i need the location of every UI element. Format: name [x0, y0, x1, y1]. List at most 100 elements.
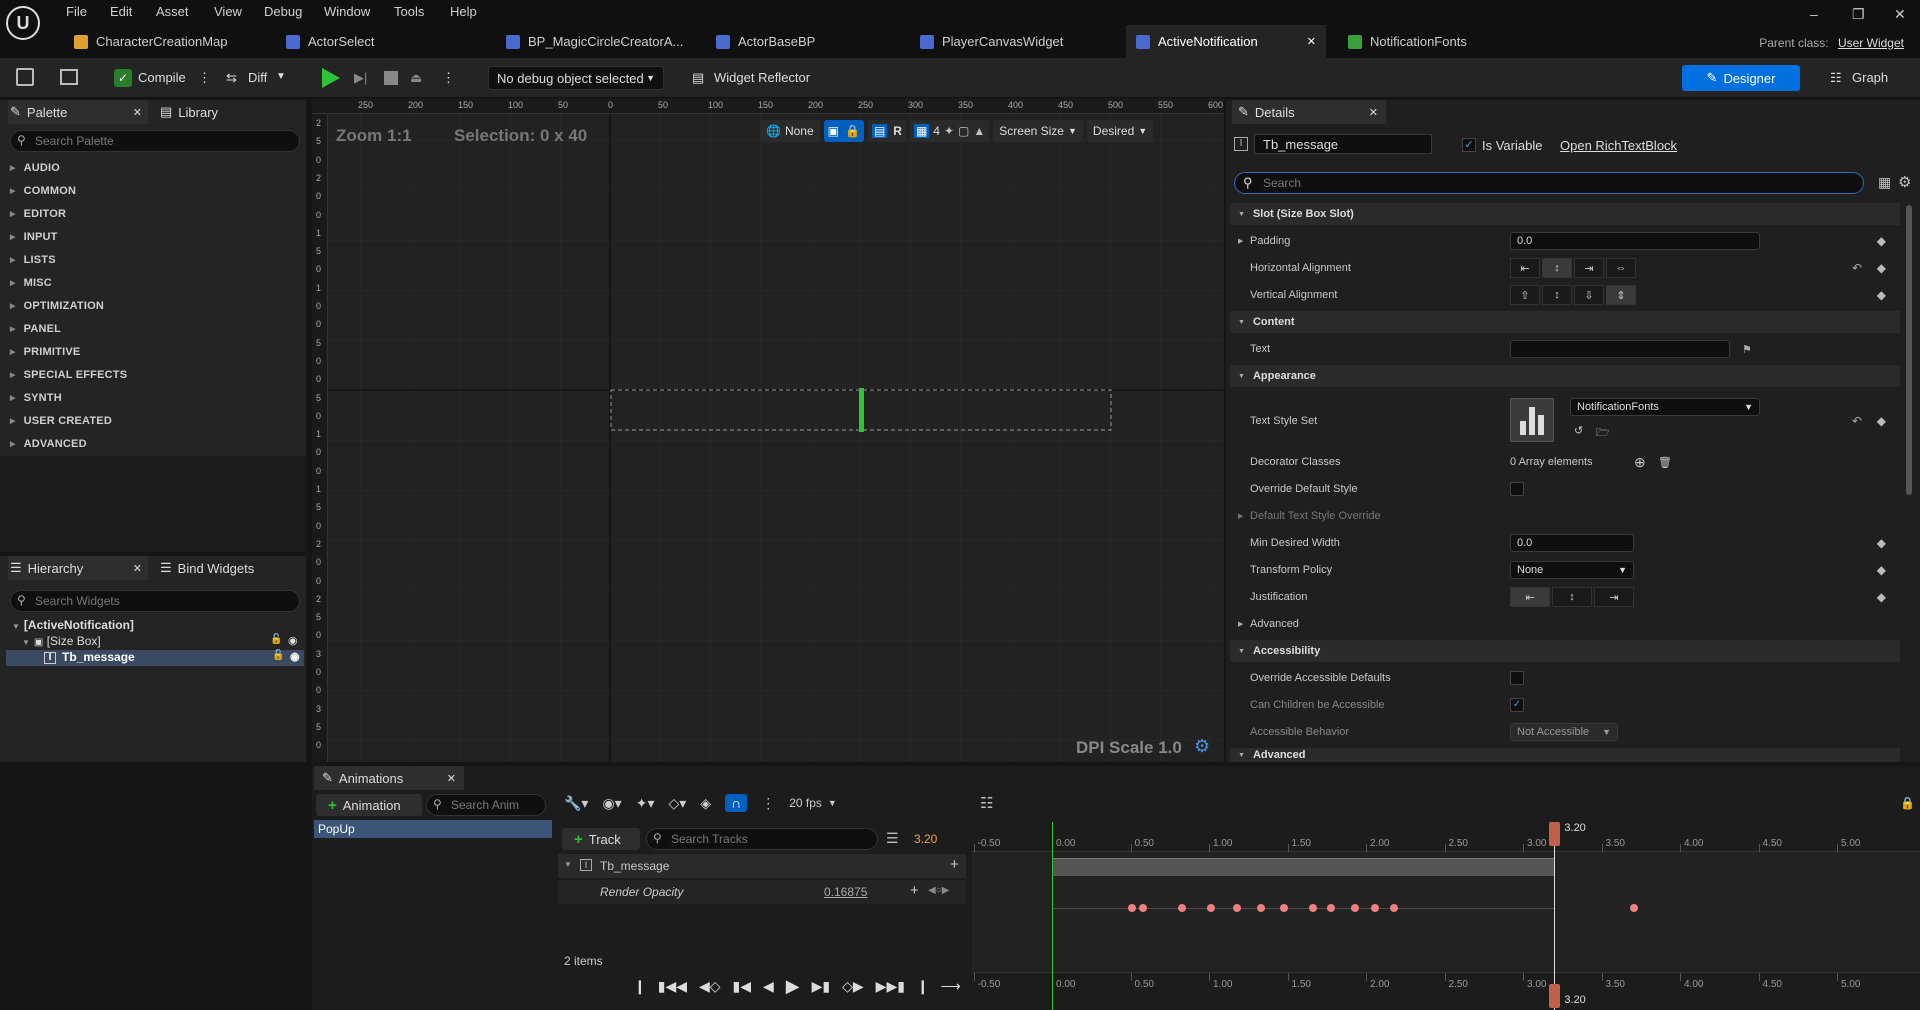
tab-1[interactable]: ActorSelect	[276, 25, 476, 58]
palette-search-input[interactable]: ⚲ Search Palette	[10, 130, 300, 152]
keyframe[interactable]	[1178, 904, 1187, 912]
jump-prev-key-icon[interactable]: ▮◀◀	[658, 978, 687, 995]
close-icon[interactable]: ✕	[1369, 106, 1378, 119]
view-icon[interactable]: ◉▾	[602, 795, 621, 812]
menu-edit[interactable]: Edit	[110, 4, 132, 19]
parent-class-value[interactable]: User Widget	[1838, 36, 1904, 50]
play-forward-icon[interactable]: ▶	[786, 976, 800, 997]
keyframe[interactable]	[1371, 904, 1380, 912]
add-element-icon[interactable]: ⊕	[1634, 454, 1646, 471]
tab-2[interactable]: BP_MagicCircleCreatorA...	[496, 25, 696, 58]
keyframe-icon[interactable]: ◆	[1877, 590, 1886, 604]
graph-button[interactable]: Graph	[1852, 70, 1888, 85]
play-button[interactable]	[322, 68, 340, 88]
tab-palette[interactable]: ✎ Palette ✕	[8, 100, 148, 124]
keyframe[interactable]	[1138, 904, 1147, 912]
palette-category[interactable]: SYNTH	[10, 392, 62, 404]
keyframe-icon[interactable]: ◆	[1877, 261, 1886, 275]
palette-category[interactable]: PANEL	[10, 323, 61, 335]
add-track-button[interactable]: + Track	[562, 828, 640, 850]
fill-screen-dropdown[interactable]: Desired ▼	[1086, 120, 1154, 142]
close-icon[interactable]: ✕	[133, 562, 142, 575]
visibility-icon[interactable]: ◉	[290, 650, 300, 663]
details-scrollbar[interactable]	[1906, 205, 1912, 495]
accessible-behavior-dropdown[interactable]: Not Accessible ▼	[1510, 723, 1618, 741]
hierarchy-tb-message[interactable]: I Tb_message 🔓 ◉	[6, 650, 304, 666]
row-advanced[interactable]: ▶ Advanced	[1230, 613, 1900, 635]
close-icon[interactable]: ✕	[1307, 35, 1316, 48]
close-icon[interactable]: ✕	[133, 106, 142, 119]
prev-key-icon[interactable]: ◀◇	[699, 978, 721, 995]
section-appearance[interactable]: Appearance	[1230, 365, 1900, 387]
stop-icon[interactable]	[384, 71, 398, 85]
dpi-settings-icon[interactable]: ⚙	[1194, 736, 1210, 757]
animation-list-item[interactable]: PopUp	[314, 820, 552, 838]
more-options-icon[interactable]: ⋮	[761, 795, 775, 812]
align-top-icon[interactable]: ⇧	[1510, 285, 1540, 305]
property-value-input[interactable]: 0.16875	[824, 885, 867, 899]
palette-category[interactable]: MISC	[10, 277, 52, 289]
min-width-input[interactable]: 0.0	[1510, 534, 1634, 552]
reset-icon[interactable]: ↶	[1852, 261, 1862, 275]
keyframe-icon[interactable]: ◆	[1877, 563, 1886, 577]
curve-editor-icon[interactable]: ☷	[980, 794, 993, 812]
tab-3[interactable]: ActorBaseBP	[706, 25, 906, 58]
details-search-input[interactable]: ⚲ Search	[1234, 172, 1864, 194]
palette-category[interactable]: USER CREATED	[10, 415, 112, 427]
menu-help[interactable]: Help	[450, 4, 477, 19]
align-middle-icon[interactable]: ↕	[1542, 285, 1572, 305]
designer-button[interactable]: ✎ Designer	[1682, 65, 1800, 91]
keyframe[interactable]	[1233, 904, 1242, 912]
align-vfill-icon[interactable]: ⇕	[1606, 285, 1636, 305]
layout-lock-toggle[interactable]: ▣ 🔒	[823, 120, 864, 142]
menu-file[interactable]: File	[66, 4, 87, 19]
animation-search-input[interactable]: ⚲ Search Anim	[426, 794, 546, 816]
text-style-set-dropdown[interactable]: NotificationFonts ▼	[1570, 398, 1760, 416]
keyframe[interactable]	[1128, 904, 1136, 912]
step-icon[interactable]: ▶|	[354, 70, 367, 86]
keyframe[interactable]	[1308, 904, 1317, 912]
section-bar[interactable]	[1052, 858, 1555, 876]
play-reverse-icon[interactable]: ◀	[763, 978, 774, 995]
tab-bind-widgets[interactable]: ☰ Bind Widgets	[160, 556, 254, 580]
palette-category[interactable]: COMMON	[10, 185, 76, 197]
track-search-input[interactable]: ⚲ Search Tracks	[646, 828, 878, 850]
lock-icon[interactable]: 🔓	[270, 634, 282, 645]
hierarchy-root[interactable]: ▼ [ActiveNotification]	[12, 618, 134, 632]
palette-category[interactable]: AUDIO	[10, 162, 60, 174]
compile-options-icon[interactable]: ⋮	[198, 70, 211, 86]
localization-flag-icon[interactable]: ⚑	[1742, 343, 1752, 356]
widget-name-input[interactable]: Tb_message	[1254, 134, 1432, 154]
tab-6[interactable]: NotificationFonts	[1338, 25, 1528, 58]
palette-category[interactable]: INPUT	[10, 231, 58, 243]
reset-icon[interactable]: ↶	[1852, 414, 1862, 428]
property-row[interactable]: Render Opacity 0.16875 + ◀○▶	[558, 880, 966, 904]
tab-0[interactable]: CharacterCreationMap	[64, 25, 264, 58]
unreal-logo-icon[interactable]: U	[6, 6, 40, 40]
loop-icon[interactable]: ⟶	[941, 978, 961, 995]
asset-thumbnail[interactable]	[1510, 398, 1554, 442]
fps-dropdown[interactable]: 20 fps ▼	[789, 796, 837, 810]
keyframe[interactable]	[1280, 904, 1289, 912]
browse-icon[interactable]	[60, 69, 78, 85]
localization-button[interactable]: 🌐 None	[760, 120, 820, 142]
hierarchy-size-box[interactable]: ▼ ▣ [Size Box] 🔓 ◉	[22, 634, 306, 648]
filter-icon[interactable]: ☰	[886, 830, 899, 847]
palette-category[interactable]: OPTIMIZATION	[10, 300, 104, 312]
palette-category[interactable]: EDITOR	[10, 208, 66, 220]
section-accessibility[interactable]: Accessibility	[1230, 640, 1900, 662]
tab-details[interactable]: ✎ Details ✕	[1232, 100, 1386, 124]
padding-input[interactable]: 0.0	[1510, 232, 1760, 250]
auto-key-icon[interactable]: ◈	[700, 795, 711, 812]
section-slot[interactable]: Slot (Size Box Slot)	[1230, 203, 1900, 225]
palette-category[interactable]: PRIMITIVE	[10, 346, 81, 358]
section-advanced[interactable]: Advanced	[1230, 748, 1900, 762]
keyframe-icon[interactable]: ◆	[1877, 234, 1886, 248]
palette-category[interactable]: SPECIAL EFFECTS	[10, 369, 127, 381]
keyframe[interactable]	[1390, 904, 1399, 912]
tab-4[interactable]: PlayerCanvasWidget	[910, 25, 1110, 58]
can-children-checkbox[interactable]: ✓	[1510, 698, 1524, 712]
transform-policy-dropdown[interactable]: None ▼	[1510, 561, 1634, 579]
step-back-icon[interactable]: ▮◀	[733, 978, 751, 995]
justify-left-icon[interactable]: ⇤	[1510, 587, 1550, 607]
